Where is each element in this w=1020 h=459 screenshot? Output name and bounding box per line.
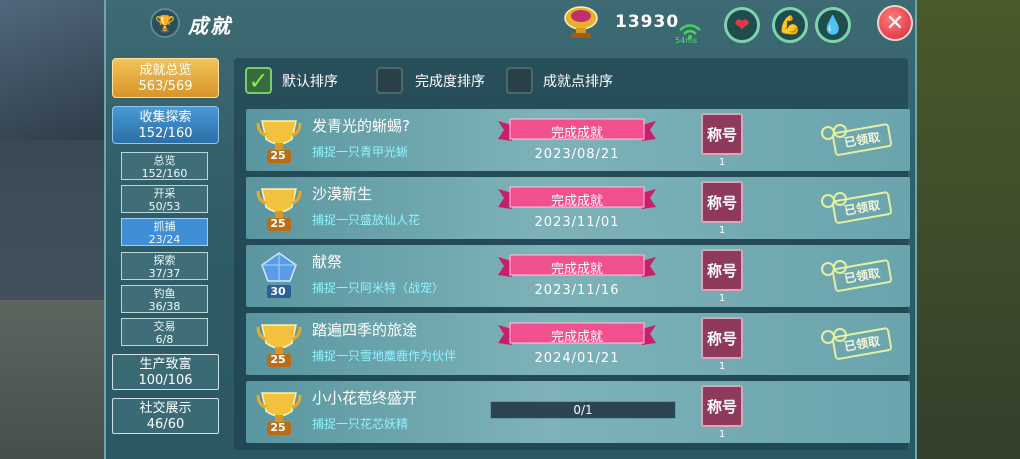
- sort-default-label[interactable]: 默认排序: [282, 71, 338, 91]
- title-reward-icon[interactable]: 称号: [701, 385, 743, 427]
- sidebar-item-label: 成就总览: [139, 63, 192, 78]
- sidebar-item-social[interactable]: 社交展示 46/60: [112, 398, 219, 434]
- sub-item-label: 钓鱼: [153, 287, 176, 300]
- sort-points-label[interactable]: 成就点排序: [543, 71, 613, 91]
- sidebar-item-production[interactable]: 生产致富 100/106: [112, 354, 219, 390]
- reward-count: 1: [718, 429, 726, 440]
- trophy-title-icon: 🏆: [150, 8, 180, 38]
- achievement-row[interactable]: 25 沙漠新生 捕捉一只盛放仙人花 完成成就 2023/11/01 称号 1 已领取: [246, 177, 910, 239]
- reward-count: 1: [718, 225, 726, 236]
- sidebar-item-count: 152/160: [138, 126, 193, 141]
- sidebar-item-count: 563/569: [138, 79, 193, 94]
- sort-completion-label[interactable]: 完成度排序: [415, 71, 485, 91]
- title-reward-icon[interactable]: 称号: [701, 317, 743, 359]
- sidebar-item-collect[interactable]: 收集探索 152/160: [112, 106, 219, 144]
- completion-date: 2024/01/21: [534, 351, 620, 366]
- completed-status: 完成成就: [550, 194, 603, 209]
- achievement-name: 发青光的蜥蜴?: [312, 117, 410, 135]
- ping-label: 54ms: [675, 36, 698, 45]
- sub-item-label: 交易: [153, 320, 176, 333]
- sub-item-mining[interactable]: 开采 50/53: [121, 185, 208, 213]
- sidebar-item-label: 社交展示: [139, 401, 192, 416]
- sub-item-explore[interactable]: 探索 37/37: [121, 252, 208, 280]
- sub-item-count: 37/37: [148, 267, 181, 280]
- sidebar-item-overview[interactable]: 成就总览 563/569: [112, 58, 219, 98]
- sub-item-label: 抓捕: [153, 220, 176, 233]
- achievement-level: 30: [270, 285, 286, 298]
- achievement-level: 25: [270, 353, 286, 366]
- achievement-row[interactable]: 25 小小花苞终盛开捕捉一只花芯妖精 0/1 称号 1: [246, 381, 910, 443]
- achievement-points: 13930: [615, 12, 680, 32]
- reward-count: 1: [718, 361, 726, 372]
- sub-item-count: 6/8: [155, 333, 174, 346]
- background-right: [917, 0, 1020, 459]
- sub-item-label: 探索: [153, 254, 176, 267]
- sub-item-count: 23/24: [148, 233, 181, 246]
- close-button[interactable]: ✕: [877, 5, 913, 41]
- arm-icon: 💪: [778, 14, 802, 36]
- background-left: [0, 0, 104, 459]
- sub-item-label: 总览: [153, 154, 176, 167]
- achievement-name: 小小花苞终盛开: [312, 389, 418, 407]
- sub-item-overview[interactable]: 总览 152/160: [121, 152, 208, 180]
- achievement-desc: 捕捉一只阿米特（战宠）: [312, 281, 445, 295]
- close-icon: ✕: [885, 10, 905, 36]
- reward-count: 1: [718, 293, 726, 304]
- achievement-row[interactable]: 30 献祭 捕捉一只阿米特（战宠） 完成成就 2023/11/16 称号 1 已领取: [246, 245, 910, 307]
- completed-status: 完成成就: [550, 262, 603, 277]
- achievement-row[interactable]: 25 发青光的蜥蜴? 捕捉一只青甲光蜥 完成成就 2023/08/21 称号 1 已领取: [246, 109, 910, 171]
- sub-item-capture[interactable]: 抓捕 23/24: [121, 218, 208, 246]
- achievement-name: 献祭: [312, 253, 343, 271]
- heart-button[interactable]: ❤: [724, 7, 760, 43]
- achievement-desc: 捕捉一只雪地麋鹿作为伙伴: [312, 349, 457, 363]
- completion-date: 2023/11/16: [534, 283, 620, 298]
- title-reward-icon[interactable]: 称号: [701, 249, 743, 291]
- completion-date: 2023/08/21: [534, 147, 620, 162]
- achievement-desc: 捕捉一只花芯妖精: [312, 417, 409, 431]
- trophy-points-icon: [564, 6, 598, 38]
- achievement-level: 25: [270, 217, 286, 230]
- achievement-desc: 捕捉一只青甲光蜥: [312, 145, 409, 159]
- background-floor: [0, 300, 104, 459]
- achievement-row[interactable]: 25 踏遍四季的旅途 捕捉一只雪地麋鹿作为伙伴 完成成就 2024/01/21 称号 1 已领…: [246, 313, 910, 375]
- sort-points-checkbox[interactable]: [506, 67, 533, 94]
- sidebar-item-count: 46/60: [146, 417, 185, 432]
- sub-item-label: 开采: [153, 187, 176, 200]
- completed-status: 完成成就: [550, 330, 603, 345]
- sub-item-fishing[interactable]: 钓鱼 36/38: [121, 285, 208, 313]
- water-drop-icon: 💧: [821, 14, 845, 36]
- title-reward-icon[interactable]: 称号: [701, 181, 743, 223]
- title-reward-icon[interactable]: 称号: [701, 113, 743, 155]
- achievement-desc: 捕捉一只盛放仙人花: [312, 213, 421, 227]
- progress-bar: 0/1: [490, 401, 676, 419]
- sub-item-trade[interactable]: 交易 6/8: [121, 318, 208, 346]
- sidebar-item-label: 生产致富: [139, 357, 192, 372]
- water-button[interactable]: 💧: [815, 7, 851, 43]
- stamina-button[interactable]: 💪: [772, 7, 808, 43]
- sub-item-count: 152/160: [141, 167, 188, 180]
- heart-icon: ❤: [734, 14, 750, 36]
- achievement-name: 沙漠新生: [312, 185, 373, 203]
- completed-status: 完成成就: [550, 126, 603, 141]
- sub-item-count: 50/53: [148, 200, 181, 213]
- page-title: 成就: [188, 14, 232, 38]
- completion-date: 2023/11/01: [534, 215, 620, 230]
- checkmark-icon: ✓: [248, 66, 269, 95]
- achievement-name: 踏遍四季的旅途: [312, 321, 418, 339]
- background-tree: [0, 0, 104, 140]
- sidebar-item-label: 收集探索: [139, 110, 192, 125]
- reward-count: 1: [718, 157, 726, 168]
- achievement-level: 25: [270, 149, 286, 162]
- sidebar-item-count: 100/106: [138, 373, 193, 388]
- achievement-level: 25: [270, 421, 286, 434]
- sort-completion-checkbox[interactable]: [376, 67, 403, 94]
- sub-item-count: 36/38: [148, 300, 181, 313]
- sort-default-checkbox[interactable]: ✓: [245, 66, 272, 95]
